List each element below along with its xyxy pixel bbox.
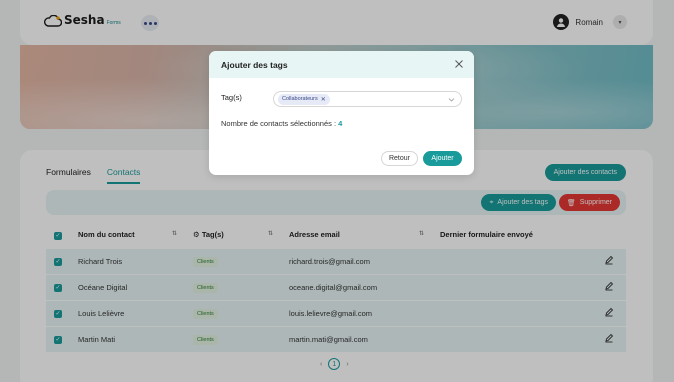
tags-field-label: Tag(s) — [221, 93, 242, 102]
chevron-down-icon[interactable] — [448, 96, 455, 103]
modal-header: Ajouter des tags — [209, 51, 474, 78]
selected-count-label: Nombre de contacts sélectionnés : — [221, 119, 337, 128]
selected-tag-label: Collaborateurs — [282, 96, 318, 102]
back-button[interactable]: Retour — [381, 151, 418, 166]
selected-count-value: 4 — [338, 119, 343, 128]
remove-tag-icon[interactable]: ✕ — [321, 96, 326, 103]
selected-count: Nombre de contacts sélectionnés : 4 — [221, 119, 342, 128]
close-icon[interactable] — [454, 59, 464, 69]
tags-select[interactable]: Collaborateurs ✕ — [273, 91, 462, 107]
selected-tag-chip: Collaborateurs ✕ — [278, 93, 330, 105]
tags-field: Tag(s) Collaborateurs ✕ — [221, 91, 462, 107]
modal-title: Ajouter des tags — [221, 59, 288, 70]
add-tags-modal: Ajouter des tags Tag(s) Collaborateurs ✕… — [209, 51, 474, 175]
submit-button[interactable]: Ajouter — [423, 151, 462, 166]
